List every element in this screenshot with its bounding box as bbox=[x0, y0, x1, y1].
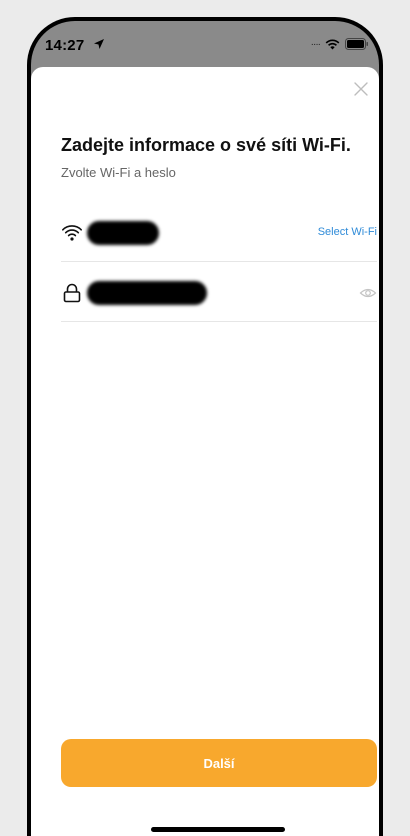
cellular-dots-icon: ···· bbox=[310, 38, 321, 50]
status-bar: 14:27 ···· bbox=[31, 21, 379, 65]
next-button[interactable]: Další bbox=[61, 739, 377, 787]
wifi-setup-sheet: Zadejte informace o své síti Wi-Fi. Zvol… bbox=[31, 67, 379, 836]
wifi-network-row[interactable]: Select Wi-Fi bbox=[61, 204, 377, 262]
page-title: Zadejte informace o své síti Wi-Fi. bbox=[61, 135, 351, 155]
select-wifi-link[interactable]: Select Wi-Fi bbox=[318, 226, 377, 238]
lock-icon bbox=[63, 283, 81, 303]
close-icon[interactable] bbox=[351, 79, 371, 99]
location-arrow-icon bbox=[94, 39, 104, 49]
wifi-password-row[interactable] bbox=[61, 264, 377, 322]
wifi-password-field[interactable] bbox=[87, 281, 211, 307]
eye-icon[interactable] bbox=[359, 286, 377, 300]
phone-screen: 14:27 ···· Zadejte informace o své síti … bbox=[31, 21, 379, 836]
battery-icon bbox=[345, 38, 368, 50]
divider bbox=[61, 261, 377, 262]
home-indicator bbox=[151, 827, 285, 832]
status-icons: ···· bbox=[311, 38, 369, 50]
status-time: 14:27 bbox=[45, 37, 85, 54]
wifi-icon bbox=[325, 39, 340, 49]
page-subtitle: Zvolte Wi-Fi a heslo bbox=[61, 165, 176, 180]
wifi-icon bbox=[62, 225, 82, 241]
wifi-ssid-field[interactable] bbox=[87, 221, 163, 247]
divider bbox=[61, 321, 377, 322]
